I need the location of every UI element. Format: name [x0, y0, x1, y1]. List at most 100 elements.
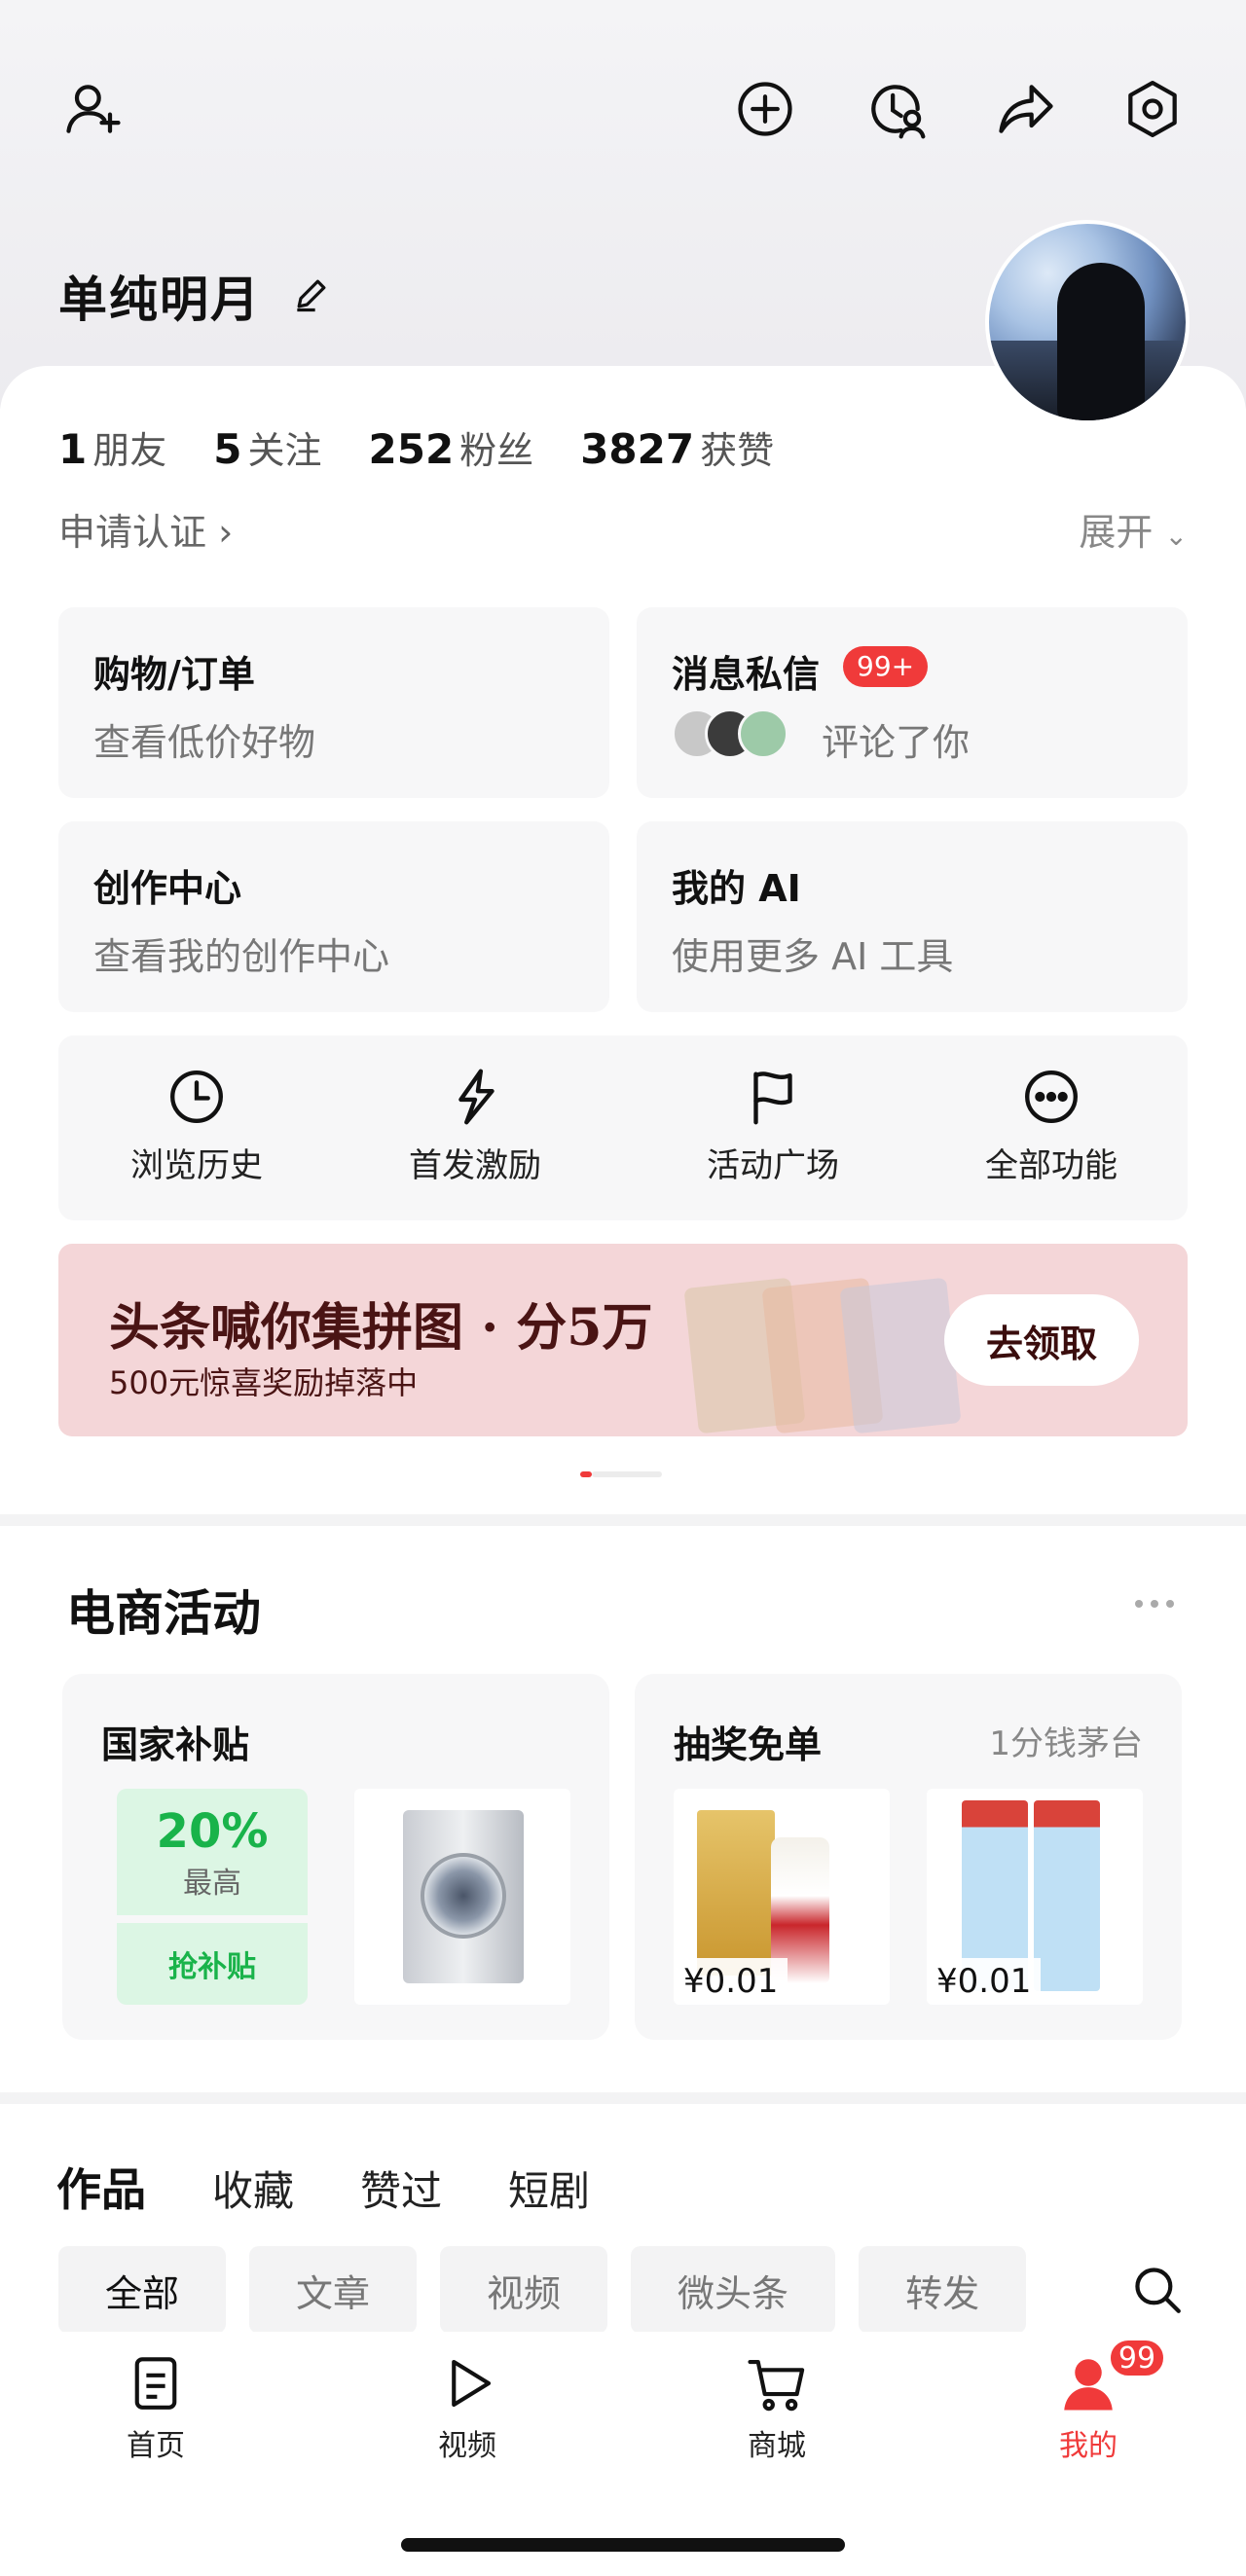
- stat-number: 252: [368, 425, 455, 473]
- stat-label: 粉丝: [459, 429, 534, 472]
- card-title: 创作中心: [93, 867, 242, 910]
- chip-reposts[interactable]: 转发: [859, 2246, 1027, 2334]
- chip-micro-posts[interactable]: 微头条: [631, 2246, 836, 2334]
- visitor-history-icon[interactable]: [857, 70, 934, 148]
- moutai-product-image[interactable]: ¥0.01: [674, 1789, 890, 2005]
- subsidy-high-label: 最高: [183, 1867, 241, 1901]
- washing-machine-image[interactable]: [354, 1789, 570, 2005]
- unread-badge: 99+: [843, 646, 929, 687]
- tab-label: 商城: [748, 2429, 806, 2463]
- edit-icon[interactable]: [290, 272, 333, 319]
- subsidy-coupon[interactable]: 20% 最高 抢补贴: [117, 1789, 308, 2005]
- my-ai-card[interactable]: 我的 AI 使用更多 AI 工具: [637, 821, 1188, 1012]
- card-title: 抽奖免单: [674, 1723, 823, 1766]
- settings-icon[interactable]: [1114, 70, 1191, 148]
- tab-short-drama[interactable]: 短剧: [508, 2159, 590, 2218]
- stat-following[interactable]: 5 关注: [213, 420, 321, 474]
- lightning-icon: [458, 1069, 495, 1125]
- creator-center-card[interactable]: 创作中心 查看我的创作中心: [58, 821, 609, 1012]
- avatar: [738, 708, 788, 759]
- section-divider: [0, 1514, 1246, 1526]
- filter-chips: 全部 文章 视频 微头条 转发: [58, 2246, 1027, 2334]
- shortcut-label: 首发激励: [409, 1146, 541, 1185]
- shortcut-all-features[interactable]: 全部功能: [944, 1063, 1158, 1186]
- add-friend-icon[interactable]: [55, 70, 132, 148]
- shortcut-label: 浏览历史: [130, 1146, 263, 1185]
- add-circle-icon[interactable]: [726, 70, 804, 148]
- commenter-avatars: [672, 708, 788, 759]
- carousel-dot-active: [580, 1471, 592, 1477]
- cart-icon: [748, 2359, 805, 2412]
- me-notification-badge: 99: [1108, 2338, 1166, 2378]
- verify-label: 申请认证: [58, 511, 207, 554]
- home-indicator[interactable]: [401, 2538, 845, 2552]
- card-subtitle: 查看我的创作中心: [93, 935, 390, 978]
- tab-favorites[interactable]: 收藏: [212, 2159, 294, 2218]
- banner-title: 头条喊你集拼图 · 分5万: [109, 1298, 653, 1358]
- tab-mall[interactable]: 商城: [689, 2351, 864, 2464]
- section-divider: [0, 2092, 1246, 2104]
- card-title: 消息私信: [672, 653, 821, 696]
- stat-followers[interactable]: 252 粉丝: [369, 420, 534, 474]
- shortcut-first-release[interactable]: 首发激励: [368, 1063, 582, 1186]
- national-subsidy-card[interactable]: 国家补贴 20% 最高 抢补贴: [62, 1674, 609, 2040]
- tab-label: 首页: [127, 2429, 185, 2463]
- rice-product-image[interactable]: ¥0.01: [927, 1789, 1143, 2005]
- tab-label: 视频: [438, 2429, 496, 2463]
- lottery-free-order-card[interactable]: 抽奖免单 1分钱茅台 ¥0.01 ¥0.01: [635, 1674, 1182, 2040]
- shortcut-activity-plaza[interactable]: 活动广场: [666, 1063, 880, 1186]
- puzzle-promo-banner[interactable]: 头条喊你集拼图 · 分5万 500元惊喜奖励掉落中 去领取: [58, 1244, 1188, 1436]
- apply-verification-link[interactable]: 申请认证 ›: [58, 502, 233, 556]
- shortcut-label: 全部功能: [985, 1146, 1118, 1185]
- stat-likes[interactable]: 3827 获赞: [580, 420, 774, 474]
- username-row: 单纯明月: [58, 261, 333, 331]
- stat-number: 1: [58, 425, 88, 473]
- stat-friends[interactable]: 1 朋友: [58, 420, 166, 474]
- stat-label: 获赞: [700, 429, 775, 472]
- tab-home[interactable]: 首页: [68, 2351, 243, 2464]
- top-toolbar: [0, 70, 1246, 158]
- shortcut-browse-history[interactable]: 浏览历史: [90, 1063, 304, 1186]
- search-icon[interactable]: [1129, 2262, 1186, 2322]
- stat-number: 5: [213, 425, 242, 473]
- tab-works[interactable]: 作品: [56, 2155, 146, 2219]
- expand-label: 展开: [1079, 511, 1154, 554]
- chevron-right-icon: ›: [218, 511, 234, 554]
- more-options-icon[interactable]: [1135, 1600, 1174, 1608]
- carousel-track: [592, 1471, 662, 1477]
- chip-videos[interactable]: 视频: [440, 2246, 608, 2334]
- subsidy-percent: 20%: [156, 1804, 269, 1859]
- card-title: 我的 AI: [672, 867, 801, 910]
- share-icon[interactable]: [987, 70, 1065, 148]
- expand-button[interactable]: 展开 ⌄: [1079, 502, 1188, 556]
- stat-number: 3827: [580, 425, 695, 473]
- content-tabs: 作品 收藏 赞过 短剧: [56, 2155, 590, 2219]
- clock-icon: [170, 1070, 223, 1123]
- chip-articles[interactable]: 文章: [249, 2246, 418, 2334]
- card-subtitle: 使用更多 AI 工具: [672, 935, 954, 978]
- tab-video[interactable]: 视频: [380, 2351, 555, 2464]
- grab-subsidy-button[interactable]: 抢补贴: [117, 1923, 308, 2005]
- price-tag: ¥0.01: [927, 1958, 1042, 2005]
- tab-liked[interactable]: 赞过: [360, 2159, 442, 2218]
- rice-bag: [1034, 1800, 1100, 1991]
- more-circle-icon: [1025, 1070, 1078, 1123]
- washer-door: [421, 1853, 506, 1939]
- messages-card[interactable]: 消息私信 99+ 评论了你: [637, 607, 1188, 798]
- ecommerce-section-title: 电商活动: [66, 1585, 261, 1642]
- chip-all[interactable]: 全部: [58, 2246, 227, 2334]
- chevron-down-icon: ⌄: [1164, 520, 1188, 552]
- shopping-orders-card[interactable]: 购物/订单 查看低价好物: [58, 607, 609, 798]
- price-tag: ¥0.01: [674, 1958, 788, 2005]
- stat-label: 朋友: [92, 429, 167, 472]
- avatar[interactable]: [985, 220, 1190, 424]
- card-subtitle: 评论了你: [822, 721, 971, 764]
- profile-stats: 1 朋友 5 关注 252 粉丝 3827 获赞: [58, 420, 774, 474]
- stat-label: 关注: [247, 429, 322, 472]
- avatar-silhouette: [1057, 263, 1145, 420]
- tab-label: 我的: [1059, 2429, 1118, 2463]
- card-note: 1分钱茅台: [989, 1724, 1143, 1763]
- claim-button[interactable]: 去领取: [944, 1294, 1139, 1386]
- card-title: 国家补贴: [101, 1723, 250, 1766]
- card-subtitle: 查看低价好物: [93, 721, 316, 764]
